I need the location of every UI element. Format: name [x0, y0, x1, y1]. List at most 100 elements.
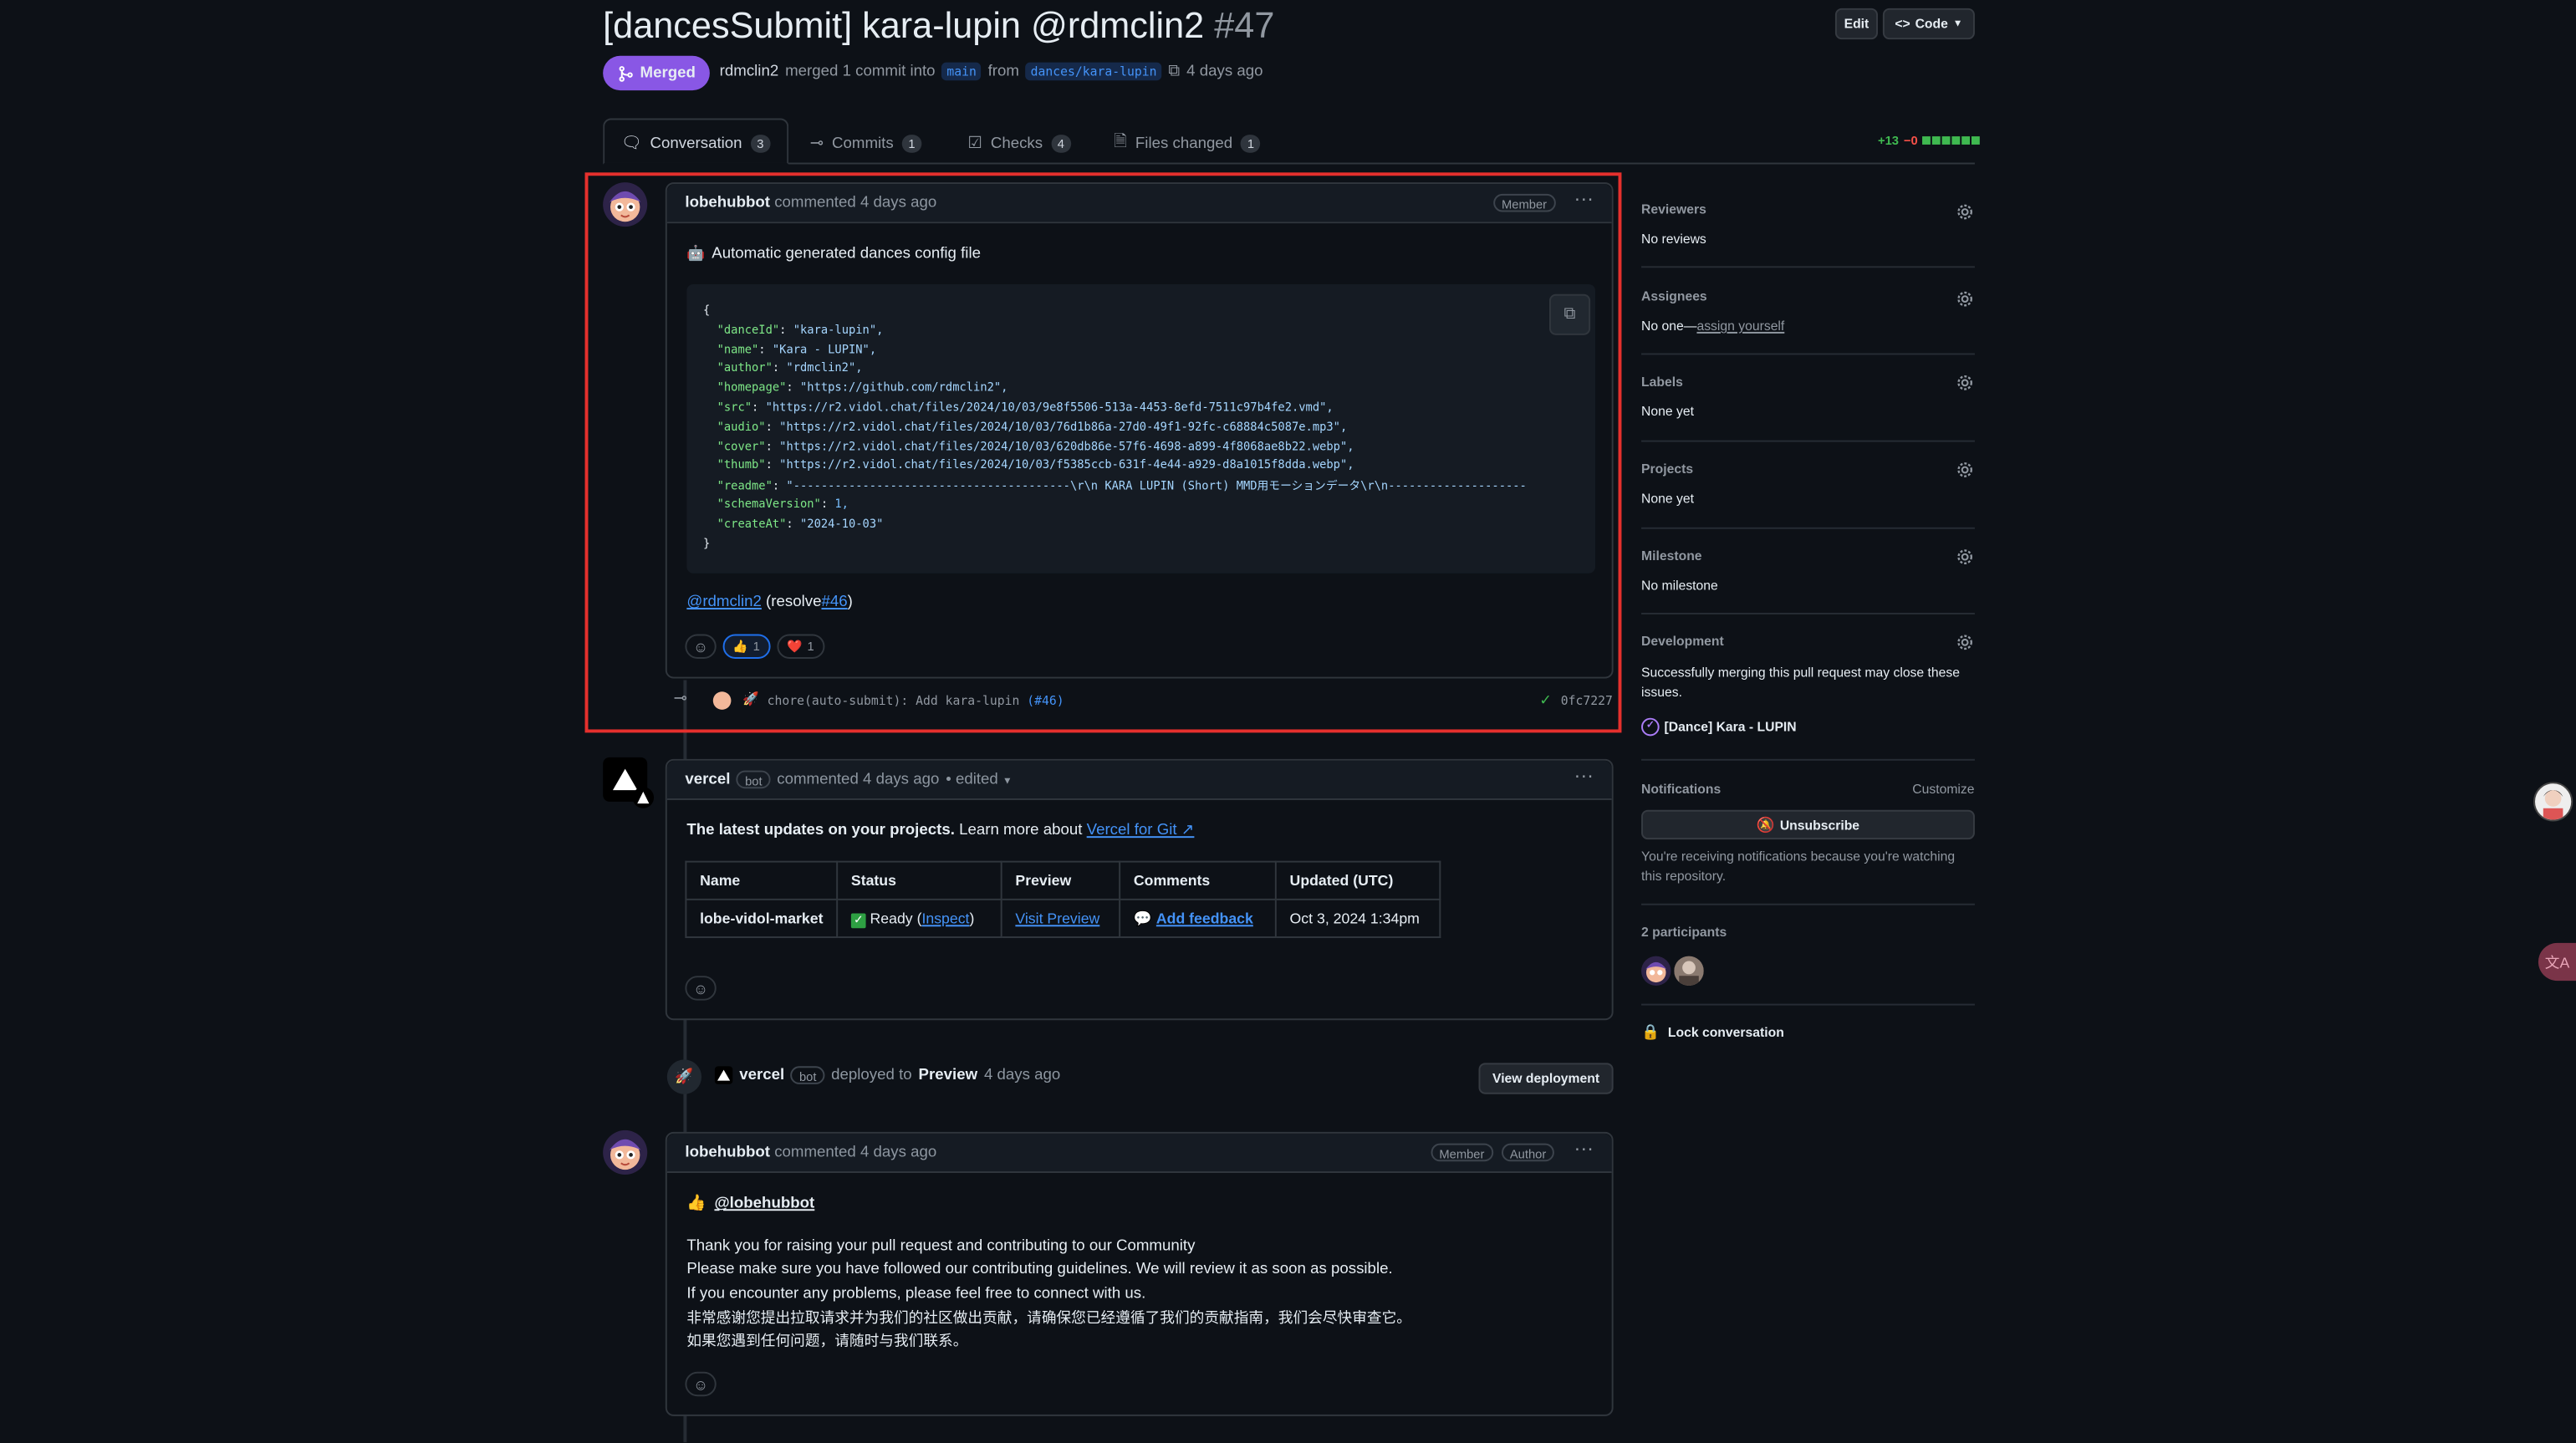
thanks-mention: 👍 @lobehubbot — [686, 1195, 814, 1213]
thumbs-up-icon: 👍 — [686, 1194, 706, 1213]
comment-line: 如果您遇到任何问题，请随时与我们联系。 — [686, 1332, 968, 1349]
vercel-for-git-link[interactable]: Vercel for Git ↗ — [1087, 822, 1195, 840]
gear-icon[interactable] — [1955, 373, 1975, 393]
divider — [1641, 1003, 1975, 1006]
file-diff-icon: 🗎 — [1114, 132, 1128, 150]
smiley-icon: ☺ — [693, 980, 709, 997]
comment-card: lobehubbot commented 4 days ago Member A… — [665, 1131, 1614, 1416]
tab-commits[interactable]: ⊸ Commits 1 — [810, 121, 922, 164]
lock-conversation-link[interactable]: 🔒 Lock conversation — [1641, 1023, 1784, 1042]
view-deployment-button[interactable]: View deployment — [1478, 1063, 1614, 1094]
inspect-link[interactable]: Inspect — [921, 910, 969, 926]
highlight-box — [584, 172, 1622, 733]
assignees-value: No one—assign yourself — [1641, 319, 1784, 334]
avatar[interactable] — [1674, 956, 1704, 986]
edited-dropdown[interactable]: • edited ▼ — [946, 771, 1012, 789]
code-button-label: Code — [1915, 16, 1948, 32]
divider — [1641, 903, 1975, 905]
bot-overlay-icon — [632, 787, 655, 808]
comment-icon: 🗨 — [620, 134, 642, 152]
tab-checks[interactable]: ☑ Checks 4 — [967, 121, 1071, 164]
reviewers-title: Reviewers — [1641, 201, 1706, 217]
gear-icon[interactable] — [1955, 202, 1975, 222]
pr-title: [dancesSubmit] kara-lupin @rdmclin2 #47 — [603, 5, 1274, 48]
mention-link[interactable]: @lobehubbot — [714, 1195, 814, 1213]
participants-title: 2 participants — [1641, 925, 1727, 940]
base-branch[interactable]: main — [941, 62, 982, 81]
labels-title: Labels — [1641, 375, 1683, 390]
customize-link[interactable]: Customize — [1912, 782, 1974, 797]
comment-author[interactable]: lobehubbot — [685, 1144, 770, 1162]
chevron-down-icon: ▼ — [1952, 18, 1963, 29]
gear-icon[interactable] — [1955, 289, 1975, 309]
deploy-actor[interactable]: vercel — [739, 1066, 784, 1084]
vercel-heading-bold: The latest updates on your projects. — [686, 821, 955, 840]
comment-line: 非常感谢您提出拉取请求并为我们的社区做出贡献，请确保您已经遵循了我们的贡献指南，… — [686, 1308, 1411, 1326]
issue-closed-icon: ✓ — [1641, 717, 1660, 737]
speech-bubble-icon: 💬 — [1133, 909, 1152, 926]
comment-header: lobehubbot commented 4 days ago Member A… — [666, 1133, 1612, 1174]
more-options-icon[interactable]: ··· — [1574, 1137, 1594, 1160]
avatar[interactable] — [1641, 956, 1671, 986]
code-icon: <> — [1895, 16, 1910, 32]
linked-issue-title: [Dance] Kara - LUPIN — [1664, 719, 1797, 735]
diffstat: +13 −0 — [1877, 133, 1981, 148]
diffstat-deletions: −0 — [1903, 133, 1918, 148]
table-header: Updated (UTC) — [1274, 860, 1441, 900]
comment-action: commented 4 days ago — [774, 1143, 937, 1162]
milestone-title: Milestone — [1641, 548, 1702, 563]
development-title: Development — [1641, 634, 1724, 650]
avatar[interactable] — [603, 1129, 648, 1175]
deploy-env[interactable]: Preview — [919, 1066, 978, 1084]
chevron-down-icon: ▼ — [1002, 777, 1013, 788]
diffstat-additions: +13 — [1877, 133, 1900, 148]
pr-author-link[interactable]: rdmclin2 — [720, 63, 779, 81]
tab-commits-label: Commits — [832, 134, 894, 152]
unsubscribe-label: Unsubscribe — [1779, 817, 1860, 833]
gear-icon[interactable] — [1955, 547, 1975, 567]
pr-number: #47 — [1214, 4, 1275, 47]
tab-files-changed-count: 1 — [1240, 134, 1261, 152]
lock-label: Lock conversation — [1667, 1025, 1784, 1040]
head-branch[interactable]: dances/kara-lupin — [1025, 62, 1162, 81]
tab-files-changed[interactable]: 🗎 Files changed 1 — [1114, 121, 1261, 164]
copy-icon[interactable]: ⧉ — [1168, 63, 1180, 81]
add-reaction-button[interactable]: ☺ — [685, 976, 717, 1001]
unsubscribe-button[interactable]: 🔕 Unsubscribe — [1641, 809, 1975, 840]
table-cell-preview: Visit Preview — [1000, 898, 1121, 939]
comment-author[interactable]: vercel — [685, 771, 730, 789]
milestone-value: No milestone — [1641, 578, 1718, 594]
bot-badge: bot — [791, 1066, 825, 1084]
divider — [1641, 353, 1975, 355]
assign-yourself-link[interactable]: assign yourself — [1696, 319, 1784, 334]
avatar[interactable] — [2533, 782, 2573, 822]
notifications-note: You're receiving notifications because y… — [1641, 849, 1956, 885]
divider — [1641, 527, 1975, 529]
visit-preview-link[interactable]: Visit Preview — [1015, 910, 1099, 927]
gear-icon[interactable] — [1955, 460, 1975, 480]
rocket-icon: 🚀 — [666, 1059, 702, 1094]
table-cell-name: lobe-vidol-market — [685, 898, 839, 939]
edit-button-label: Edit — [1844, 16, 1870, 32]
author-badge: Author — [1502, 1143, 1555, 1162]
tab-checks-label: Checks — [990, 134, 1043, 152]
add-feedback-link[interactable]: Add feedback — [1156, 910, 1253, 926]
translate-widget-icon[interactable]: 文A — [2538, 942, 2576, 982]
edit-button[interactable]: Edit — [1834, 8, 1878, 40]
linked-issue[interactable]: ✓ [Dance] Kara - LUPIN — [1641, 717, 1797, 737]
more-options-icon[interactable]: ··· — [1574, 764, 1594, 788]
development-text: Successfully merging this pull request m… — [1641, 665, 1960, 701]
tab-files-changed-label: Files changed — [1135, 134, 1233, 152]
gear-icon[interactable] — [1955, 633, 1975, 653]
pr-title-text: [dancesSubmit] kara-lupin @rdmclin2 — [603, 4, 1205, 47]
add-reaction-button[interactable]: ☺ — [685, 1371, 717, 1397]
view-deployment-label: View deployment — [1492, 1071, 1600, 1086]
commit-icon: ⊸ — [809, 134, 824, 152]
tab-conversation[interactable]: 🗨 Conversation 3 — [621, 121, 771, 164]
tab-checks-count: 4 — [1050, 134, 1071, 152]
vercel-heading: The latest updates on your projects. Lea… — [686, 822, 1194, 840]
deploy-text: deployed to — [831, 1066, 912, 1084]
checklist-icon: ☑ — [967, 134, 983, 152]
code-button[interactable]: <> Code ▼ — [1882, 8, 1975, 40]
state-badge: Merged — [603, 55, 710, 91]
